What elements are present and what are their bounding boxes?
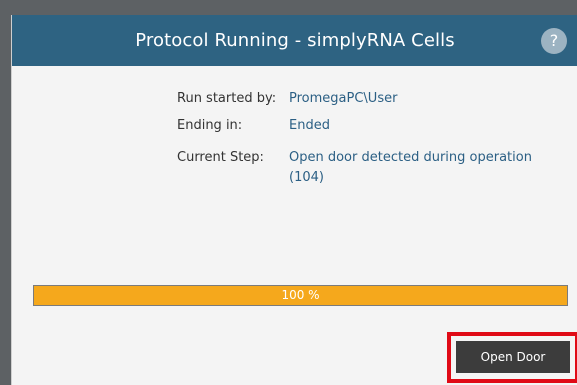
open-door-button[interactable]: Open Door <box>456 341 570 373</box>
current-step-value: Open door detected during operation (104… <box>289 150 532 185</box>
progress-bar: 100 % <box>33 285 568 306</box>
ending-in-value: Ended <box>289 118 330 133</box>
dialog-title: Protocol Running - simplyRNA Cells <box>135 30 455 51</box>
protocol-dialog: Protocol Running - simplyRNA Cells ? Run… <box>11 15 577 385</box>
progress-text: 100 % <box>281 288 320 302</box>
help-icon[interactable]: ? <box>541 28 567 54</box>
run-started-by-value: PromegaPC\User <box>289 91 398 106</box>
current-step-label: Current Step: <box>177 150 264 165</box>
ending-in-label: Ending in: <box>177 118 243 133</box>
dialog-titlebar: Protocol Running - simplyRNA Cells ? <box>12 15 577 66</box>
run-started-by-label: Run started by: <box>177 91 277 106</box>
